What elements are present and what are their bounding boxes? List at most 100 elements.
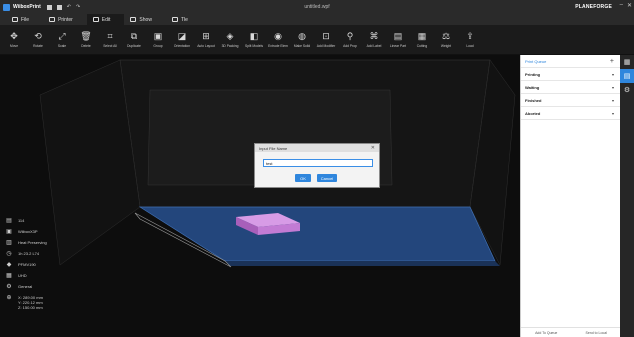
queue-view-icon[interactable]: ▤ — [620, 69, 634, 83]
tool-label: Make Solid — [293, 43, 311, 48]
print-queue-header: Print Queue + — [521, 55, 620, 68]
info-text: WiiboxX3P — [18, 229, 38, 234]
save-icon[interactable] — [56, 4, 62, 10]
add-modifier-button[interactable]: ⊡ Add Modifier — [314, 25, 338, 54]
3d-packing-button[interactable]: ◈ 3D Packing — [218, 25, 242, 54]
tool-label: 3D Packing — [221, 43, 239, 48]
linear-part-button[interactable]: ▤ Linear Part — [386, 25, 410, 54]
duplicate-button[interactable]: ⧉ Duplicate — [122, 25, 146, 54]
tool-label: Auto Layout — [197, 43, 215, 48]
section-aborted[interactable]: Aborted ▾ — [521, 107, 620, 120]
move-icon: ✥ — [10, 30, 18, 41]
tool-label: Add Prop — [343, 43, 357, 48]
orientation-button[interactable]: ◪ Orientation — [170, 25, 194, 54]
machine-icon: ▣ — [6, 229, 12, 235]
cutting-button[interactable]: ▦ Cutting — [410, 25, 434, 54]
load-button[interactable]: ⇪ Load — [458, 25, 482, 54]
edit-icon — [92, 17, 99, 22]
make-solid-icon: ◍ — [298, 30, 306, 41]
tool-label: Duplicate — [127, 43, 141, 48]
cancel-button[interactable]: Cancel — [317, 174, 337, 182]
close-icon[interactable]: ✕ — [371, 145, 375, 151]
build-plate — [138, 206, 496, 262]
tab-label: Tle — [180, 16, 188, 23]
print-queue-title: Print Queue — [525, 58, 547, 64]
nozzle-icon: ▥ — [6, 240, 12, 246]
tool-label: Select All — [103, 43, 117, 48]
3d-viewport[interactable]: Input File Name ✕ OK Cancel ▤ 114 ▣ WiiboxX… — [0, 55, 520, 337]
orientation-icon: ◪ — [177, 30, 187, 41]
caret-down-icon: ▾ — [611, 71, 614, 77]
minimize-icon[interactable]: – — [620, 2, 623, 9]
document-title: untitled.wpf — [304, 4, 330, 10]
dimensions-row: ⊕ X: 289.00 mm Y: 220.12 mm Z: 150.00 mm — [6, 295, 47, 313]
weight-button[interactable]: ⚖ Weight — [434, 25, 458, 54]
tab-tle[interactable]: Tle — [166, 14, 202, 25]
redo-icon[interactable]: ↷ — [76, 4, 80, 10]
file-name-input[interactable] — [263, 159, 373, 167]
ribbon-tabs: File Printer Edit Show Tle — [0, 14, 634, 25]
file-name-dialog: Input File Name ✕ OK Cancel — [254, 143, 380, 188]
tab-label: Show — [139, 16, 152, 23]
title-bar: WiiboxPrint ↶ ↷ untitled.wpf PLANEFORGE … — [0, 0, 634, 14]
tab-show[interactable]: Show — [124, 14, 166, 25]
caret-down-icon: ▾ — [611, 84, 614, 90]
tool-label: Add Modifier — [316, 43, 336, 48]
print-queue-panel: Print Queue + Printing ▾ Waiting ▾ Finished ▾… — [520, 55, 621, 337]
tool-label: Scale — [57, 43, 67, 48]
tool-label: Move — [9, 43, 19, 48]
close-icon[interactable]: ✕ — [627, 2, 632, 9]
add-icon[interactable]: + — [610, 58, 614, 65]
ok-button[interactable]: OK — [295, 174, 311, 182]
new-file-icon[interactable] — [46, 4, 52, 10]
tab-label: File — [21, 16, 30, 23]
tool-label: Load — [466, 43, 474, 48]
add-label-button[interactable]: ⌘ Add Label — [362, 25, 386, 54]
extrude-elem-icon: ◉ — [274, 30, 282, 41]
group-icon: ▣ — [153, 30, 163, 41]
tool-label: Split Models — [245, 43, 263, 48]
quick-access: ↶ ↷ — [46, 4, 80, 10]
caret-down-icon: ▾ — [611, 97, 614, 103]
dialog-header: Input File Name ✕ — [255, 144, 379, 152]
scale-button[interactable]: ⤢ Scale — [50, 25, 74, 54]
info-row: ▣ WiiboxX3P — [6, 229, 47, 238]
add-prop-button[interactable]: ⚲ Add Prop — [338, 25, 362, 54]
send-to-local-button[interactable]: Send to Local — [586, 331, 607, 335]
tab-label: Printer — [58, 16, 73, 23]
undo-icon[interactable]: ↶ — [67, 4, 71, 10]
app-name: WiiboxPrint — [13, 4, 41, 10]
ribbon-toolbar: ✥ Move ⟲ Rotate ⤢ Scale 🗑 Delete ⌗ Select All ⧉ Dup… — [0, 25, 634, 55]
section-printing[interactable]: Printing ▾ — [521, 68, 620, 81]
section-label: Waiting — [525, 84, 540, 90]
eye-icon — [130, 17, 137, 22]
auto-layout-button[interactable]: ⊞ Auto Layout — [194, 25, 218, 54]
tab-edit[interactable]: Edit — [86, 14, 125, 25]
select-all-button[interactable]: ⌗ Select All — [98, 25, 122, 54]
tab-file[interactable]: File — [6, 14, 43, 25]
info-text: Heat Preserving — [18, 240, 47, 245]
tool-label: Delete — [81, 43, 91, 48]
rotate-button[interactable]: ⟲ Rotate — [26, 25, 50, 54]
delete-button[interactable]: 🗑 Delete — [74, 25, 98, 54]
info-row: ◆ PFMV190 — [6, 262, 47, 271]
info-row: ▤ 114 — [6, 218, 47, 227]
rotate-icon: ⟲ — [34, 30, 42, 41]
material-icon: ▦ — [6, 273, 12, 279]
settings-view-icon[interactable]: ⚙ — [620, 83, 634, 97]
info-row: ⚙ General — [6, 284, 47, 293]
add-label-icon: ⌘ — [369, 30, 379, 41]
add-to-queue-button[interactable]: Add To Queue — [535, 331, 557, 335]
tab-printer[interactable]: Printer — [43, 14, 87, 25]
printer-view-icon[interactable]: ▦ — [620, 55, 634, 69]
printer-icon — [49, 17, 56, 22]
group-button[interactable]: ▣ Group — [146, 25, 170, 54]
section-label: Printing — [525, 71, 541, 77]
extrude-elem-button[interactable]: ◉ Extrude Elem — [266, 25, 290, 54]
make-solid-button[interactable]: ◍ Make Solid — [290, 25, 314, 54]
section-finished[interactable]: Finished ▾ — [521, 94, 620, 107]
delete-icon: 🗑 — [80, 30, 92, 41]
move-button[interactable]: ✥ Move — [2, 25, 26, 54]
section-waiting[interactable]: Waiting ▾ — [521, 81, 620, 94]
split-models-button[interactable]: ◧ Split Models — [242, 25, 266, 54]
